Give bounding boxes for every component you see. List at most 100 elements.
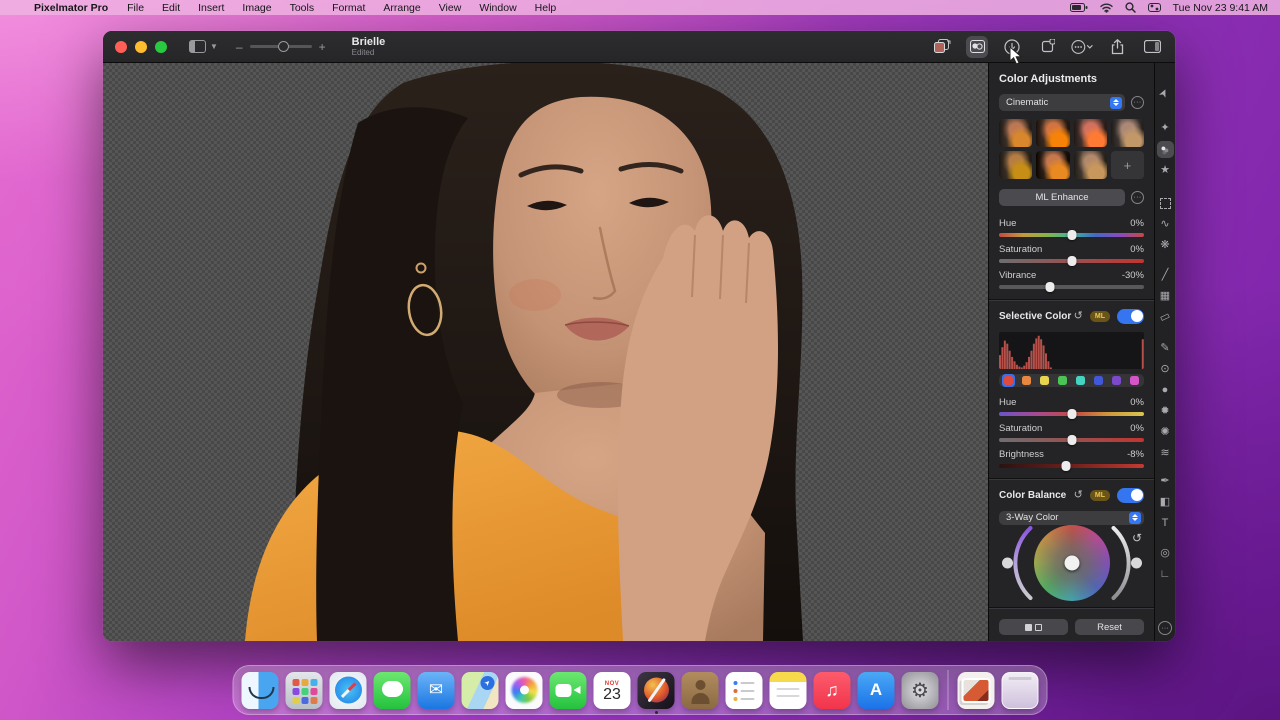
dock-facetime[interactable] bbox=[550, 672, 587, 709]
dock-photos[interactable] bbox=[506, 672, 543, 709]
dock-messages[interactable] bbox=[374, 672, 411, 709]
preset-1-thumbnail[interactable] bbox=[999, 119, 1032, 147]
menu-arrange[interactable]: Arrange bbox=[374, 2, 429, 14]
quick-selection-tool[interactable]: ❋ bbox=[1157, 237, 1174, 254]
slider-knob[interactable] bbox=[1061, 461, 1070, 471]
sidebar-chevron-icon[interactable]: ▼ bbox=[210, 42, 218, 51]
vibrance-slider[interactable] bbox=[999, 285, 1144, 289]
color-range-swatch-3[interactable] bbox=[1056, 374, 1069, 387]
blur-tool[interactable]: ● bbox=[1157, 382, 1174, 399]
preset-5-thumbnail[interactable] bbox=[999, 151, 1032, 179]
paint-tool[interactable]: ╱ bbox=[1157, 267, 1174, 284]
warp-tool[interactable]: ≋ bbox=[1157, 445, 1174, 462]
wifi-icon[interactable] bbox=[1100, 3, 1113, 13]
slider-knob[interactable] bbox=[1045, 282, 1054, 292]
menu-image[interactable]: Image bbox=[233, 2, 280, 14]
dock-contacts[interactable] bbox=[682, 672, 719, 709]
crop-tool[interactable]: ∟ bbox=[1157, 566, 1174, 583]
share-icon[interactable] bbox=[1106, 36, 1128, 58]
color-range-swatch-1[interactable] bbox=[1020, 374, 1033, 387]
close-button[interactable] bbox=[115, 41, 127, 53]
color-adjustments-icon[interactable] bbox=[966, 36, 988, 58]
presets-icon[interactable] bbox=[931, 36, 953, 58]
dock-app-store[interactable]: A bbox=[858, 672, 895, 709]
spotlight-search-icon[interactable] bbox=[1125, 2, 1136, 13]
rect-selection-tool[interactable] bbox=[1157, 195, 1174, 212]
menu-view[interactable]: View bbox=[430, 2, 471, 14]
preset-options-button[interactable]: ··· bbox=[1131, 96, 1144, 109]
smudge-tool[interactable]: ✺ bbox=[1157, 424, 1174, 441]
color-wheel-knob[interactable] bbox=[1064, 556, 1079, 571]
menu-tools[interactable]: Tools bbox=[281, 2, 324, 14]
left-arc-knob[interactable] bbox=[1002, 558, 1013, 569]
selective-color-ml-badge[interactable]: ML bbox=[1090, 311, 1110, 322]
sidebar-toggle-icon[interactable] bbox=[189, 40, 206, 53]
pen-tool[interactable]: ✒ bbox=[1157, 473, 1174, 490]
zoom-in-button[interactable]: + bbox=[319, 40, 326, 54]
dock-launchpad[interactable] bbox=[286, 672, 323, 709]
dock-safari[interactable] bbox=[330, 672, 367, 709]
color-balance-ml-badge[interactable]: ML bbox=[1090, 490, 1110, 501]
dock-mail[interactable]: ✉ bbox=[418, 672, 455, 709]
slider-knob[interactable] bbox=[1067, 435, 1076, 445]
more-tools[interactable]: ··· bbox=[1158, 621, 1172, 635]
color-adjustments-tool[interactable]: ● bbox=[1157, 141, 1174, 158]
preset-2-thumbnail[interactable] bbox=[1036, 119, 1069, 147]
color-range-swatch-4[interactable] bbox=[1074, 374, 1087, 387]
style-tool[interactable]: ✦ bbox=[1157, 120, 1174, 137]
preset-dropdown[interactable]: Cinematic bbox=[999, 94, 1125, 111]
gradient-tool[interactable]: ▦ bbox=[1157, 288, 1174, 305]
reset-button[interactable]: Reset bbox=[1075, 619, 1144, 635]
selective-color-reset-icon[interactable]: ↺ bbox=[1074, 311, 1083, 322]
color-range-swatch-5[interactable] bbox=[1092, 374, 1105, 387]
sharpen-tool[interactable]: ✹ bbox=[1157, 403, 1174, 420]
preset-6-thumbnail[interactable] bbox=[1036, 151, 1069, 179]
dock-maps[interactable] bbox=[462, 672, 499, 709]
menubar-clock[interactable]: Tue Nov 23 9:41 AM bbox=[1173, 2, 1268, 14]
preset-3-thumbnail[interactable] bbox=[1074, 119, 1107, 147]
preset-4-thumbnail[interactable] bbox=[1111, 119, 1144, 147]
color-balance-reset-icon[interactable]: ↺ bbox=[1074, 490, 1083, 501]
zoom-out-button[interactable]: – bbox=[236, 40, 243, 54]
zoom-slider[interactable] bbox=[250, 45, 312, 48]
dock-trash[interactable] bbox=[1002, 672, 1039, 709]
type-tool[interactable]: T bbox=[1157, 515, 1174, 532]
clone-tool[interactable]: ⊙ bbox=[1157, 361, 1174, 378]
color-range-swatch-6[interactable] bbox=[1110, 374, 1123, 387]
dock-downloads-stack[interactable] bbox=[958, 672, 995, 709]
add-preset-button[interactable]: + bbox=[1111, 151, 1144, 179]
compare-button[interactable] bbox=[999, 619, 1068, 635]
color-range-swatch-0[interactable] bbox=[1002, 374, 1015, 387]
hue-slider[interactable] bbox=[999, 233, 1144, 237]
selective-saturation-slider[interactable] bbox=[999, 438, 1144, 442]
selective-hue-slider[interactable] bbox=[999, 412, 1144, 416]
shape-tool[interactable]: ◧ bbox=[1157, 494, 1174, 511]
zoom-tool[interactable]: ◎ bbox=[1157, 545, 1174, 562]
erase-tool[interactable]: ▭ bbox=[1157, 309, 1174, 326]
preset-7-thumbnail[interactable] bbox=[1074, 151, 1107, 179]
color-balance-toggle[interactable] bbox=[1117, 488, 1144, 503]
color-range-swatch-2[interactable] bbox=[1038, 374, 1051, 387]
dock-reminders[interactable] bbox=[726, 672, 763, 709]
menu-file[interactable]: File bbox=[118, 2, 153, 14]
dock-finder[interactable] bbox=[242, 672, 279, 709]
arrange-tool[interactable]: ➤ bbox=[1157, 85, 1174, 102]
slider-knob[interactable] bbox=[1067, 230, 1076, 240]
dock-pixelmator-pro[interactable] bbox=[638, 672, 675, 709]
selective-brightness-slider[interactable] bbox=[999, 464, 1144, 468]
dock-calendar[interactable]: NOV23 bbox=[594, 672, 631, 709]
ml-enhance-options-button[interactable]: ··· bbox=[1131, 191, 1144, 204]
canvas-icon[interactable] bbox=[1141, 36, 1163, 58]
zoom-slider-knob[interactable] bbox=[278, 41, 289, 52]
transform-icon[interactable] bbox=[1036, 36, 1058, 58]
wheel-reset-icon[interactable]: ↺ bbox=[1132, 531, 1142, 545]
app-menu-title[interactable]: Pixelmator Pro bbox=[24, 2, 118, 14]
menu-edit[interactable]: Edit bbox=[153, 2, 189, 14]
slider-knob[interactable] bbox=[1067, 409, 1076, 419]
effects-tool[interactable]: ★ bbox=[1157, 162, 1174, 179]
more-options-icon[interactable] bbox=[1071, 36, 1093, 58]
right-arc-knob[interactable] bbox=[1131, 558, 1142, 569]
dock-system-preferences[interactable]: ⚙ bbox=[902, 672, 939, 709]
selective-color-toggle[interactable] bbox=[1117, 309, 1144, 324]
free-selection-tool[interactable]: ∿ bbox=[1157, 216, 1174, 233]
